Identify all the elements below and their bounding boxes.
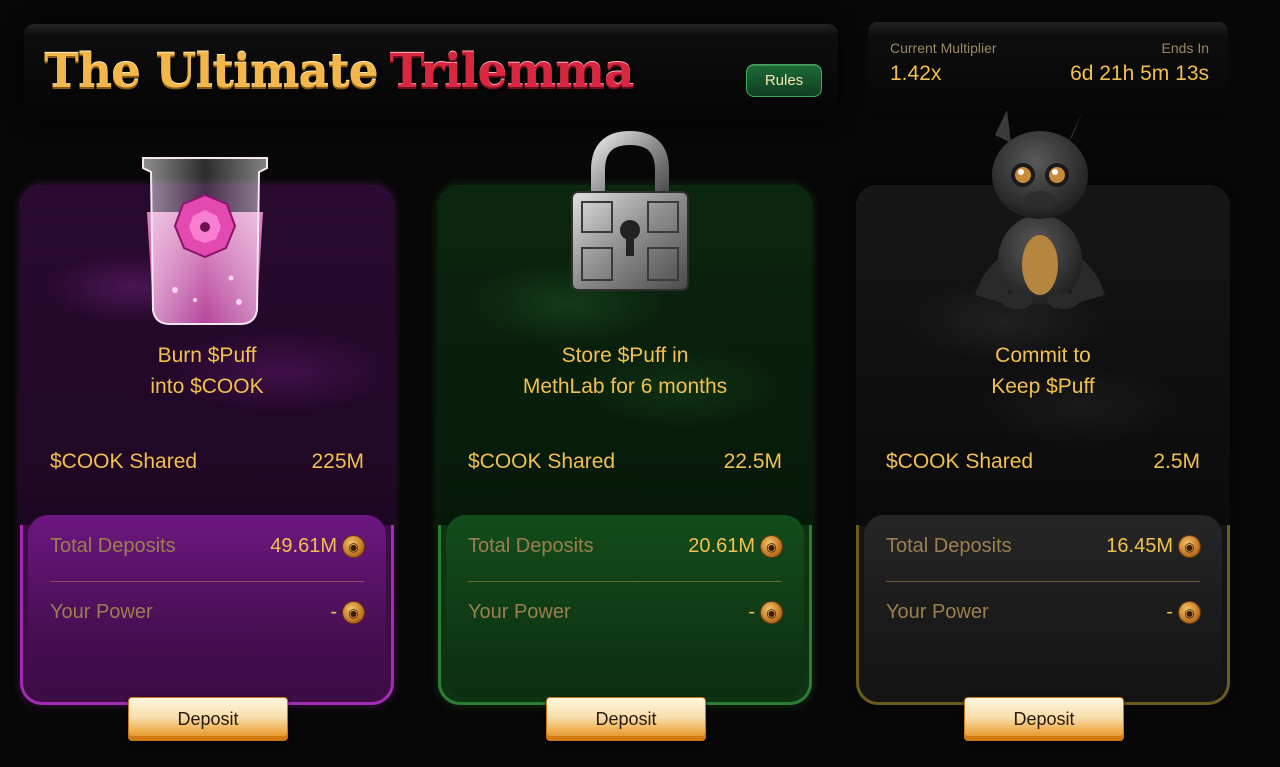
shared-row: $COOK Shared 22.5M	[468, 450, 782, 474]
deposits-row: Total Deposits 49.61M ◉	[50, 535, 364, 558]
beaker-icon	[142, 157, 268, 325]
card-title: Burn $Puff into $COOK	[20, 340, 394, 402]
puff-coin-icon: ◉	[343, 536, 364, 557]
title-part-1: The Ultimate	[44, 44, 379, 99]
puff-coin-icon: ◉	[761, 536, 782, 557]
deposits-row: Total Deposits 20.61M ◉	[468, 535, 782, 558]
deposits-value: 49.61M	[270, 535, 337, 557]
power-row: Your Power - ◉	[50, 601, 364, 624]
card-title-line-1: Burn $Puff	[157, 344, 257, 367]
card-title-line-2: Keep $Puff	[991, 375, 1095, 398]
puff-coin-icon: ◉	[343, 602, 364, 623]
deposit-button-burn[interactable]: Deposit	[128, 697, 288, 741]
shared-row: $COOK Shared 225M	[50, 450, 364, 474]
puff-coin-icon: ◉	[1179, 602, 1200, 623]
shared-label: $COOK Shared	[468, 450, 616, 473]
puff-coin-icon: ◉	[761, 602, 782, 623]
deposits-label: Total Deposits	[886, 535, 1012, 557]
shared-value: 225M	[311, 450, 364, 473]
deposits-value: 20.61M	[688, 535, 755, 557]
power-label: Your Power	[50, 601, 153, 623]
shared-label: $COOK Shared	[50, 450, 198, 473]
divider	[886, 581, 1200, 582]
shared-value: 22.5M	[723, 450, 782, 473]
power-value: -	[330, 601, 337, 623]
multiplier-value: 1.42x	[890, 62, 942, 85]
card-title-line-1: Commit to	[995, 344, 1091, 367]
rules-button[interactable]: Rules	[746, 64, 822, 97]
card-title: Store $Puff in MethLab for 6 months	[438, 340, 812, 402]
deposit-button-store[interactable]: Deposit	[546, 697, 706, 741]
ends-in-label: Ends In	[1161, 40, 1209, 56]
padlock-icon	[571, 130, 689, 291]
power-row: Your Power - ◉	[468, 601, 782, 624]
divider	[468, 581, 782, 582]
card-title-line-2: into $COOK	[150, 375, 264, 398]
shared-label: $COOK Shared	[886, 450, 1034, 473]
card-title-line-1: Store $Puff in	[561, 344, 689, 367]
power-value: -	[1166, 601, 1173, 623]
card-title: Commit to Keep $Puff	[856, 340, 1230, 402]
deposits-row: Total Deposits 16.45M ◉	[886, 535, 1200, 558]
multiplier-label: Current Multiplier	[890, 40, 997, 56]
power-label: Your Power	[468, 601, 571, 623]
shared-value: 2.5M	[1153, 450, 1200, 473]
deposits-label: Total Deposits	[468, 535, 594, 557]
power-value: -	[748, 601, 755, 623]
title-part-2: Trilemma	[389, 44, 635, 99]
deposits-label: Total Deposits	[50, 535, 176, 557]
deposits-value: 16.45M	[1106, 535, 1173, 557]
card-title-line-2: MethLab for 6 months	[522, 375, 728, 398]
ends-in-value: 6d 21h 5m 13s	[1070, 62, 1209, 85]
shared-row: $COOK Shared 2.5M	[886, 450, 1200, 474]
page-title: The Ultimate Trilemma	[44, 40, 635, 104]
deposit-button-commit[interactable]: Deposit	[964, 697, 1124, 741]
power-label: Your Power	[886, 601, 989, 623]
divider	[50, 581, 364, 582]
puff-coin-icon: ◉	[1179, 536, 1200, 557]
power-row: Your Power - ◉	[886, 601, 1200, 624]
dragon-icon	[975, 110, 1105, 309]
